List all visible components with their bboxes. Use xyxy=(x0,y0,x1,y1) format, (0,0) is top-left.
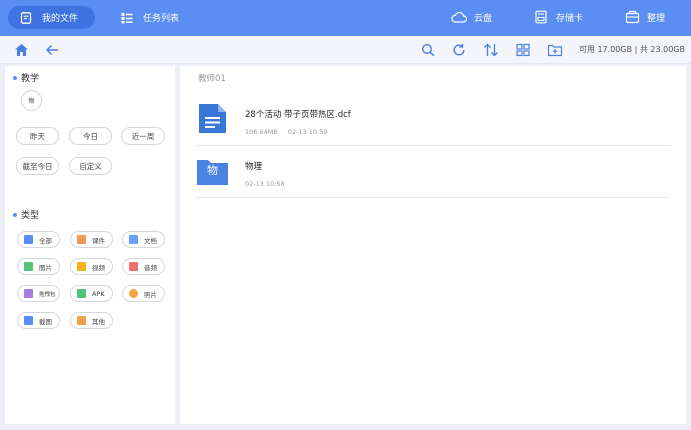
file-meta: 106.64MB 02-13 10:59 xyxy=(245,128,328,136)
type-other[interactable]: 其他 xyxy=(70,312,113,329)
filter-until-today[interactable]: 截至今日 xyxy=(16,157,59,175)
grid-icon xyxy=(24,235,33,244)
file-date: 02-13 10:59 xyxy=(287,128,328,136)
file-name: 28个活动 带子页带热区.dcf xyxy=(245,110,351,120)
bullet-dot xyxy=(13,212,17,217)
type-document[interactable]: 文档 xyxy=(122,231,165,248)
filter-yesterday[interactable]: 昨天 xyxy=(16,127,59,145)
filter-sidebar: 教学 物 昨天 今日 近一周 截至今日 自定义 类型 全部 课件 文档 图片 视… xyxy=(5,66,175,424)
view-toggle-icon[interactable] xyxy=(515,42,531,58)
file-list-panel: 教师01 28个活动 带子页带热区.dcf 106.64MB 02-13 10:5… xyxy=(180,66,686,424)
type-apk[interactable]: APK xyxy=(70,285,113,302)
cloud-drive-label: 云盘 xyxy=(474,13,493,24)
package-icon xyxy=(24,289,33,298)
organize-button[interactable]: 整理 xyxy=(624,8,665,26)
toolbar: 可用 17.00GB | 共 23.00GB xyxy=(0,36,691,64)
type-section-title: 类型 xyxy=(13,208,39,221)
type-courseware[interactable]: 课件 xyxy=(70,231,113,248)
apk-icon xyxy=(77,289,86,298)
folder-row[interactable]: 物 物理 02-13 10:58 xyxy=(196,146,670,198)
filter-custom[interactable]: 自定义 xyxy=(69,157,112,175)
filter-last-week[interactable]: 近一周 xyxy=(121,127,165,145)
organize-label: 整理 xyxy=(647,13,666,24)
section-label: 教学 xyxy=(21,74,40,84)
folder-badge: 物 xyxy=(207,164,218,177)
type-all[interactable]: 全部 xyxy=(17,231,60,248)
folder-name: 物理 xyxy=(245,162,263,172)
audio-icon xyxy=(129,262,138,271)
sort-icon[interactable] xyxy=(483,42,499,58)
courseware-icon xyxy=(77,235,86,244)
teaching-section-title: 教学 xyxy=(13,71,39,84)
photo-icon xyxy=(129,289,138,298)
list-icon xyxy=(121,12,133,24)
doc-icon xyxy=(129,235,138,244)
section-label: 类型 xyxy=(21,211,40,221)
bullet-dot xyxy=(13,75,17,80)
folder-icon xyxy=(77,316,86,325)
subject-chip[interactable]: 物 xyxy=(21,90,42,111)
storage-indicator: 可用 17.00GB | 共 23.00GB xyxy=(578,45,685,54)
image-icon xyxy=(24,262,33,271)
back-arrow-icon[interactable] xyxy=(44,42,60,58)
type-image[interactable]: 图片 xyxy=(17,258,60,275)
tab-label: 我的文件 xyxy=(42,14,79,24)
tab-my-files[interactable]: 我的文件 xyxy=(8,6,95,29)
video-icon xyxy=(77,262,86,271)
tab-task-list[interactable]: 任务列表 xyxy=(118,6,179,29)
top-bar: 我的文件 任务列表 云盘 存储卡 整理 xyxy=(0,0,691,36)
refresh-icon[interactable] xyxy=(451,42,467,58)
filter-today[interactable]: 今日 xyxy=(69,127,112,145)
sd-card-icon xyxy=(533,10,549,24)
type-photo[interactable]: 照片 xyxy=(122,285,165,302)
file-date: 02-13 10:58 xyxy=(245,180,285,188)
document-file-icon xyxy=(199,104,226,133)
file-row[interactable]: 28个活动 带子页带热区.dcf 106.64MB 02-13 10:59 xyxy=(196,94,670,146)
file-size: 106.64MB xyxy=(245,128,278,136)
type-audio[interactable]: 音频 xyxy=(122,258,165,275)
storage-card-button[interactable]: 存储卡 xyxy=(533,8,583,26)
search-icon[interactable] xyxy=(420,42,436,58)
storage-card-label: 存储卡 xyxy=(556,13,584,24)
document-icon xyxy=(20,11,32,24)
type-video[interactable]: 视频 xyxy=(70,258,113,275)
organize-icon xyxy=(624,10,640,24)
crop-icon xyxy=(24,316,33,325)
cloud-drive-button[interactable]: 云盘 xyxy=(451,8,492,26)
file-meta: 02-13 10:58 xyxy=(245,180,285,188)
type-package[interactable]: 拖拽包 xyxy=(17,285,60,302)
cloud-icon xyxy=(451,10,467,24)
type-screenshot[interactable]: 截图 xyxy=(17,312,60,329)
home-icon[interactable] xyxy=(13,42,29,58)
tab-label: 任务列表 xyxy=(143,14,180,24)
current-folder-title: 教师01 xyxy=(198,74,226,84)
import-icon[interactable] xyxy=(547,42,563,58)
